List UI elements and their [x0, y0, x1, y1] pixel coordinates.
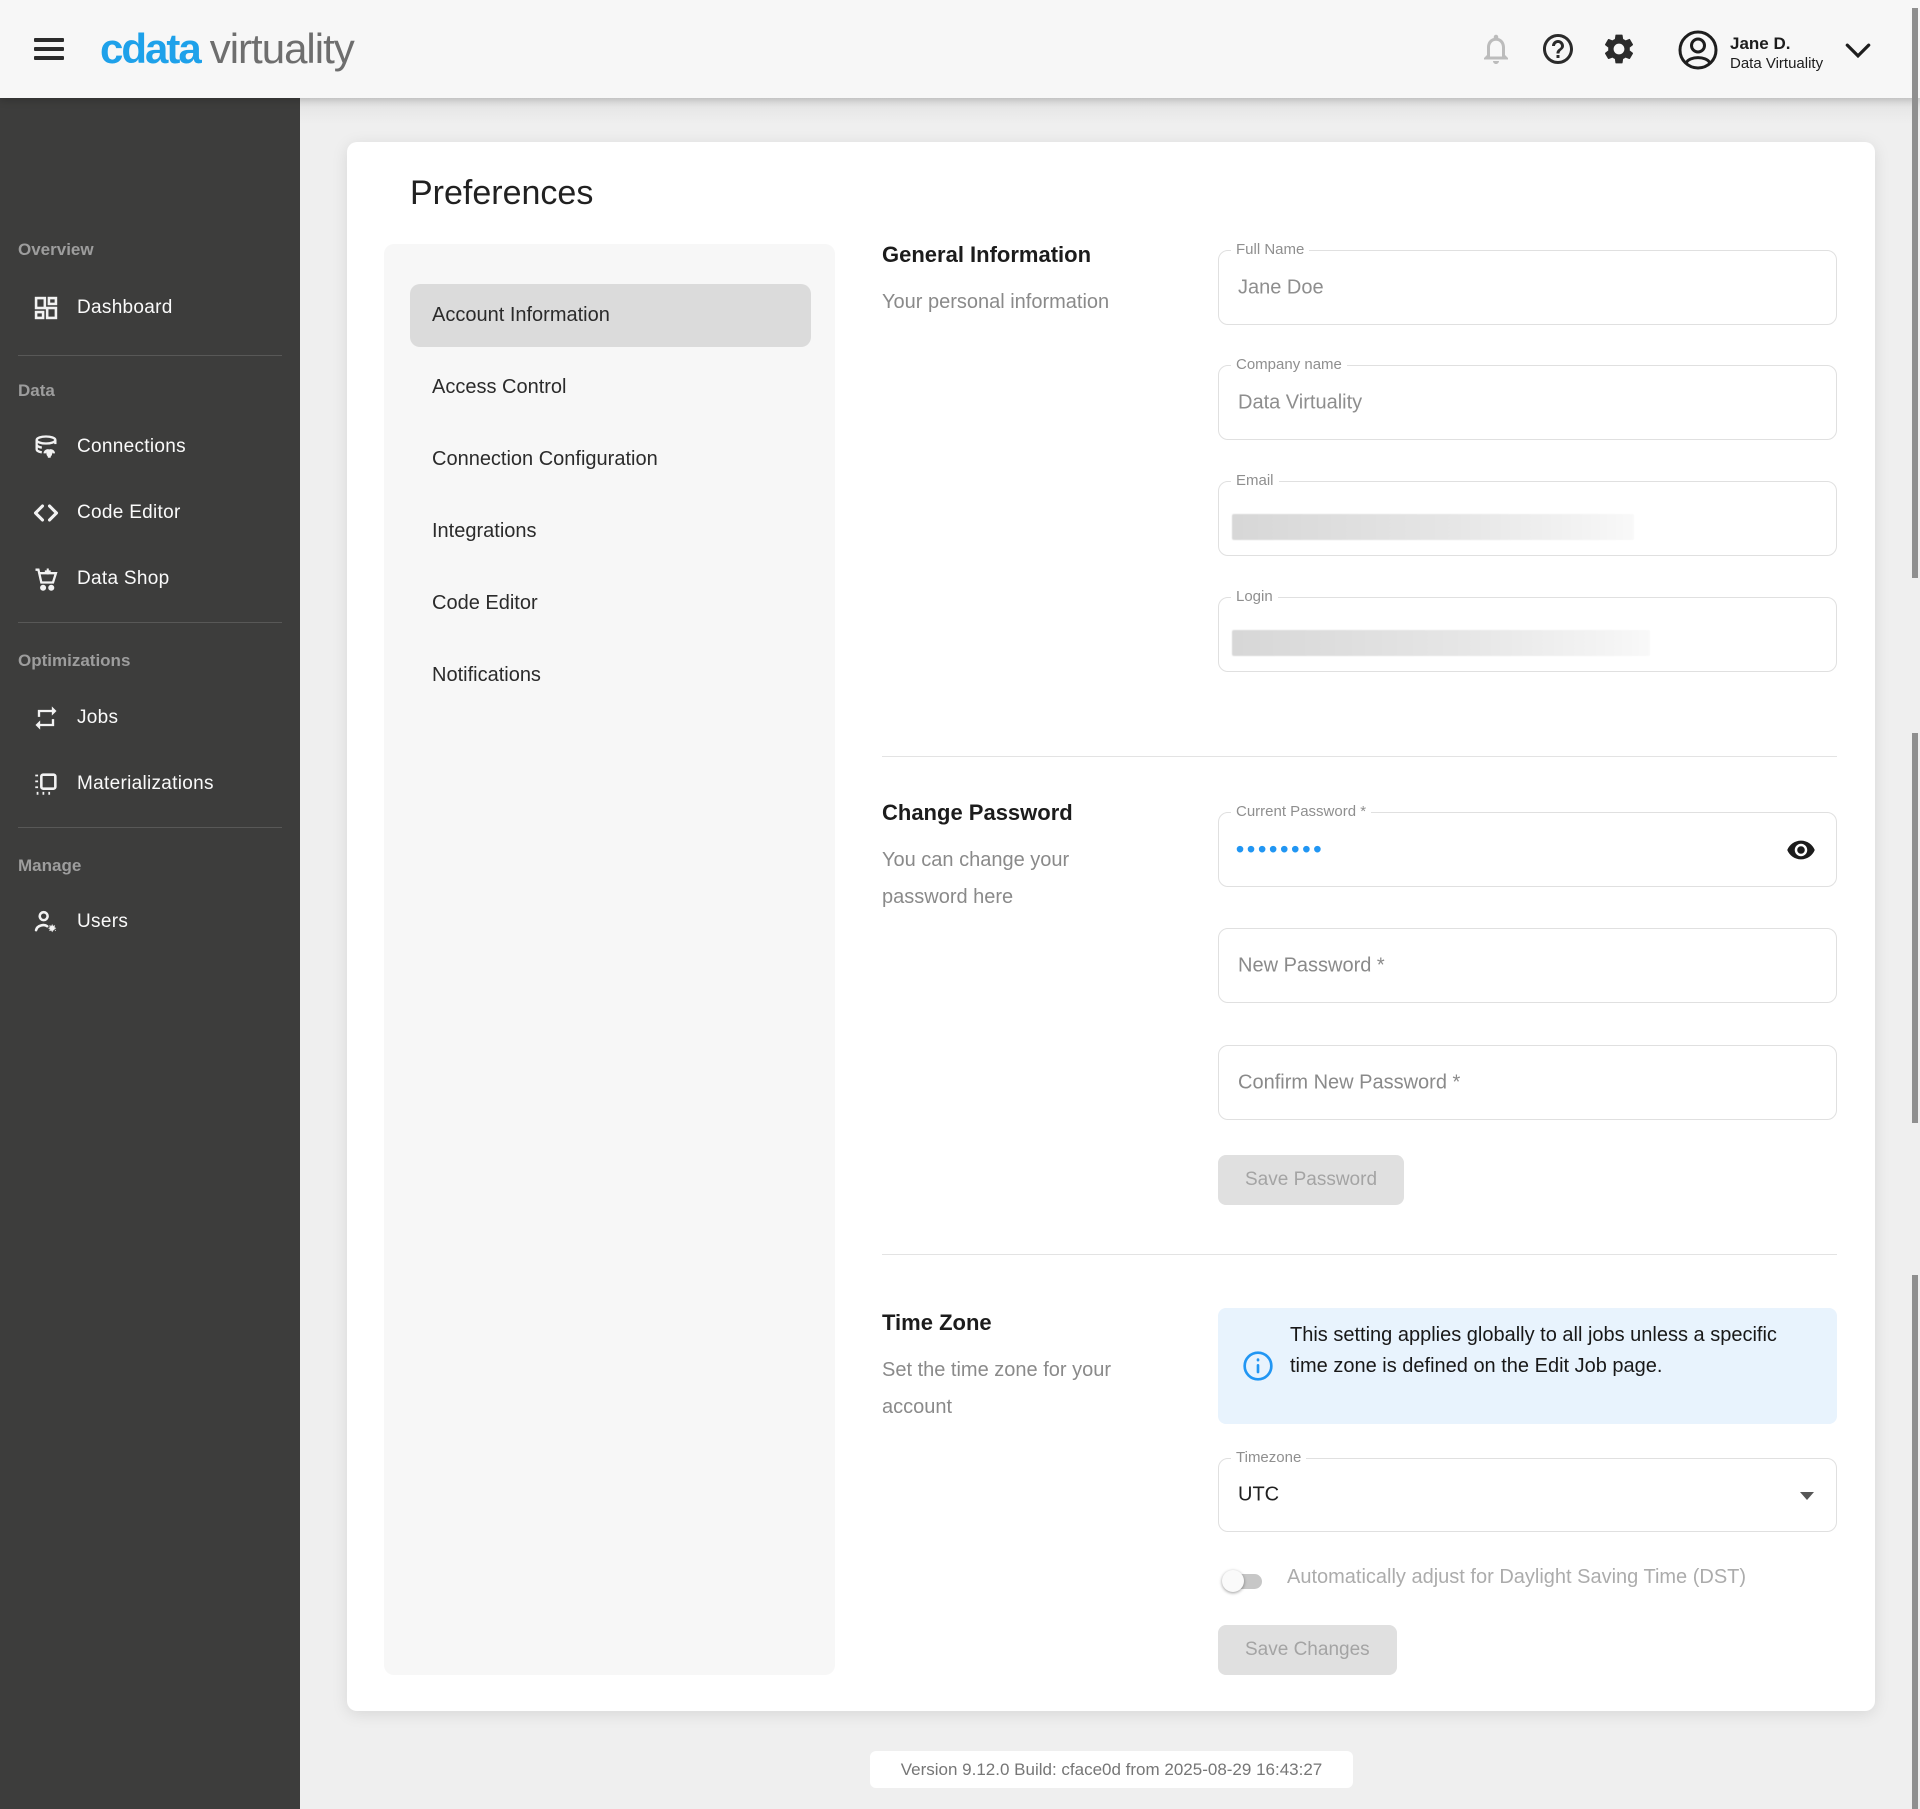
full-name-field[interactable]: Full Name Jane Doe — [1218, 250, 1837, 325]
new-password-field[interactable]: New Password * — [1218, 928, 1837, 1003]
sidebar-nav: Overview Dashboard Data Connect — [0, 98, 300, 1809]
tab-notifications[interactable]: Notifications — [410, 644, 811, 707]
full-name-value: Jane Doe — [1238, 276, 1324, 299]
timezone-select-value: UTC — [1238, 1484, 1279, 1507]
company-name-label: Company name — [1231, 356, 1347, 373]
tab-integrations[interactable]: Integrations — [410, 500, 811, 563]
nav-divider — [18, 827, 282, 828]
full-name-label: Full Name — [1231, 241, 1309, 258]
dropdown-caret-icon — [1800, 1492, 1814, 1500]
email-field[interactable]: Email — [1218, 481, 1837, 556]
dashboard-icon — [32, 294, 60, 322]
nav-divider — [18, 622, 282, 623]
save-password-button[interactable]: Save Password — [1218, 1155, 1404, 1205]
materialization-icon — [32, 770, 60, 798]
logo-virtuality: virtuality — [210, 25, 354, 73]
nav-section-manage: Manage — [18, 856, 81, 876]
new-password-placeholder: New Password * — [1238, 954, 1385, 977]
general-information-heading: General Information — [882, 242, 1091, 268]
tab-access-control[interactable]: Access Control — [410, 356, 811, 419]
change-password-subheading: You can change your password here — [882, 842, 1142, 916]
tab-code-editor[interactable]: Code Editor — [410, 572, 811, 635]
top-header: cdata virtuality Jane D. Data Virtuality — [0, 0, 1920, 98]
section-divider — [882, 1254, 1837, 1255]
page-title: Preferences — [410, 174, 593, 213]
sidebar-item-materializations[interactable]: Materializations — [0, 752, 300, 816]
hamburger-menu-icon[interactable] — [34, 38, 64, 60]
current-password-label: Current Password * — [1231, 803, 1371, 820]
help-icon[interactable] — [1540, 31, 1576, 67]
tab-connection-configuration[interactable]: Connection Configuration — [410, 428, 811, 491]
login-redacted-value — [1232, 630, 1650, 656]
time-zone-subheading: Set the time zone for your account — [882, 1352, 1132, 1426]
user-menu[interactable]: Jane D. Data Virtuality — [1676, 28, 1871, 77]
user-gear-icon — [32, 908, 60, 936]
notifications-bell-icon[interactable] — [1478, 31, 1514, 67]
sidebar-item-data-shop[interactable]: Data Shop — [0, 547, 300, 611]
current-password-field[interactable]: Current Password * •••••••• — [1218, 812, 1837, 887]
login-label: Login — [1231, 588, 1278, 605]
connections-icon — [32, 433, 60, 461]
confirm-new-password-placeholder: Confirm New Password * — [1238, 1071, 1460, 1094]
sidebar-item-jobs[interactable]: Jobs — [0, 686, 300, 750]
preferences-card: Preferences Account Information Access C… — [347, 142, 1875, 1711]
timezone-alert-text: This setting applies globally to all job… — [1290, 1320, 1820, 1382]
dst-toggle-label: Automatically adjust for Daylight Saving… — [1287, 1566, 1746, 1589]
time-zone-heading: Time Zone — [882, 1310, 992, 1336]
show-password-eye-icon[interactable] — [1786, 835, 1816, 865]
scrollbar-thumb[interactable] — [1912, 1275, 1918, 1809]
timezone-select-label: Timezone — [1231, 1449, 1306, 1466]
nav-section-optimizations: Optimizations — [18, 651, 130, 671]
code-icon — [32, 499, 60, 527]
preferences-tab-list: Account Information Access Control Conne… — [384, 244, 835, 1675]
section-divider — [882, 756, 1837, 757]
cart-icon — [32, 565, 60, 593]
nav-section-data: Data — [18, 381, 55, 401]
login-field[interactable]: Login — [1218, 597, 1837, 672]
timezone-info-alert: This setting applies globally to all job… — [1218, 1308, 1837, 1424]
sidebar-item-dashboard[interactable]: Dashboard — [0, 276, 300, 340]
confirm-new-password-field[interactable]: Confirm New Password * — [1218, 1045, 1837, 1120]
repeat-icon — [32, 704, 60, 732]
app-root: cdata virtuality Jane D. Data Virtuality — [0, 0, 1920, 1809]
sidebar-item-users[interactable]: Users — [0, 890, 300, 954]
change-password-heading: Change Password — [882, 800, 1073, 826]
nav-divider — [18, 355, 282, 356]
tab-account-information[interactable]: Account Information — [410, 284, 811, 347]
scrollbar-thumb[interactable] — [1912, 733, 1918, 1123]
email-label: Email — [1231, 472, 1279, 489]
company-name-field[interactable]: Company name Data Virtuality — [1218, 365, 1837, 440]
timezone-select[interactable]: Timezone UTC — [1218, 1458, 1837, 1532]
company-name-value: Data Virtuality — [1238, 391, 1362, 414]
save-changes-button[interactable]: Save Changes — [1218, 1625, 1397, 1675]
app-logo: cdata virtuality — [100, 24, 354, 74]
dst-toggle[interactable] — [1224, 1570, 1264, 1592]
user-name: Jane D. — [1730, 33, 1823, 54]
logo-cdata: cdata — [100, 25, 200, 73]
chevron-down-icon — [1845, 43, 1871, 63]
user-company: Data Virtuality — [1730, 54, 1823, 73]
scrollbar-thumb[interactable] — [1912, 8, 1918, 578]
email-redacted-value — [1232, 514, 1634, 540]
info-icon — [1242, 1350, 1274, 1382]
version-footer: Version 9.12.0 Build: cface0d from 2025-… — [870, 1751, 1353, 1788]
current-password-masked-value: •••••••• — [1236, 835, 1324, 862]
avatar-icon — [1676, 28, 1720, 77]
nav-section-overview: Overview — [18, 240, 94, 260]
sidebar-item-code-editor[interactable]: Code Editor — [0, 481, 300, 545]
general-information-subheading: Your personal information — [882, 284, 1152, 321]
sidebar-item-connections[interactable]: Connections — [0, 415, 300, 479]
settings-gear-icon[interactable] — [1601, 31, 1637, 67]
